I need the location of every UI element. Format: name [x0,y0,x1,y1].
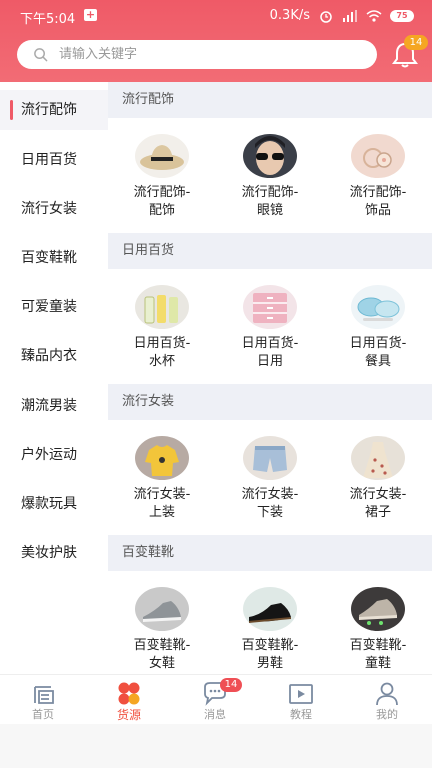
drawers-thumbnail [243,285,297,329]
product-item[interactable]: 百变鞋靴-女鞋 [108,587,216,673]
nav-label: 教程 [290,708,312,721]
jewelry-thumbnail [351,134,405,178]
product-label: 日用百货-餐具 [349,336,407,369]
nav-label: 货源 [116,708,141,722]
product-item[interactable]: 流行配饰-配饰 [108,134,216,220]
product-item[interactable]: 流行女装-下装 [216,436,324,522]
section-header: 日用百货 [108,233,432,269]
status-bar: 下午5:04 + 0.3K/s 75 [0,0,432,32]
tableware-thumbnail [351,285,405,329]
header: 下午5:04 + 0.3K/s 75 14 [0,0,432,82]
shorts-thumbnail [243,436,297,480]
signal-icon [343,9,357,22]
nav-profile[interactable]: 我的 [344,675,430,725]
source-icon [118,682,140,705]
alarm-icon [320,10,332,23]
profile-icon [376,682,398,706]
product-label: 流行女装-裙子 [349,487,407,520]
message-badge: 14 [220,678,242,692]
search-icon [34,48,48,62]
product-label: 流行配饰-饰品 [349,185,407,218]
product-item[interactable]: 日用百货-日用 [216,285,324,371]
notification-badge: 14 [404,35,428,50]
bottom-nav: 首页 货源 14 消息 教程 我的 [0,674,432,724]
dress-thumbnail [351,436,405,480]
nav-source[interactable]: 货源 [86,675,172,725]
product-item[interactable]: 日用百货-水杯 [108,285,216,371]
product-label: 百变鞋靴-童鞋 [349,638,407,671]
product-item[interactable]: 日用百货-餐具 [324,285,432,371]
sidebar-item-shoes[interactable]: 百变鞋靴 [0,238,108,278]
product-item[interactable]: 流行配饰-饰品 [324,134,432,220]
nav-label: 消息 [204,708,226,721]
video-icon [289,684,313,704]
notification-plus-icon: + [84,8,97,21]
section-header: 百变鞋靴 [108,535,432,571]
top-thumbnail [135,436,189,480]
section-header: 流行女装 [108,384,432,420]
product-label: 流行女装-上装 [133,487,191,520]
product-item[interactable]: 百变鞋靴-童鞋 [324,587,432,673]
category-sidebar: 流行配饰 日用百货 流行女装 百变鞋靴 可爱童装 臻品内衣 潮流男装 户外运动 … [0,82,108,674]
cups-thumbnail [135,285,189,329]
sidebar-item-accessories[interactable]: 流行配饰 [0,90,108,130]
system-gesture-area [0,724,432,768]
kids-shoes-thumbnail [351,587,405,631]
product-content: 流行配饰 流行配饰-配饰 流行配饰-眼镜 流行配饰-饰品 日用百货 日用百货-水… [108,82,432,674]
status-right: 0.3K/s 75 [270,8,414,23]
nav-home[interactable]: 首页 [0,675,86,725]
product-label: 流行女装-下装 [241,487,299,520]
sidebar-item-toys[interactable]: 爆款玩具 [0,484,108,524]
nav-messages[interactable]: 14 消息 [172,675,258,725]
section-header: 流行配饰 [108,82,432,118]
product-label: 百变鞋靴-女鞋 [133,638,191,671]
glasses-thumbnail [243,134,297,178]
nav-tutorial[interactable]: 教程 [258,675,344,725]
product-label: 流行配饰-配饰 [133,185,191,218]
home-icon [34,686,54,704]
wifi-icon [366,9,382,22]
search-bar[interactable] [17,40,377,69]
product-label: 日用百货-水杯 [133,336,191,369]
battery-icon: 75 [390,9,414,22]
product-label: 日用百货-日用 [241,336,299,369]
mens-shoes-thumbnail [243,587,297,631]
womens-shoes-thumbnail [135,587,189,631]
product-item[interactable]: 流行女装-上装 [108,436,216,522]
product-item[interactable]: 流行配饰-眼镜 [216,134,324,220]
sidebar-item-beauty[interactable]: 美妆护肤 [0,533,108,573]
product-item[interactable]: 流行女装-裙子 [324,436,432,522]
network-speed: 0.3K/s [269,8,310,23]
sidebar-item-outdoor[interactable]: 户外运动 [0,435,108,475]
search-input[interactable] [59,40,359,69]
status-time: 下午5:04 [20,12,76,27]
sidebar-item-underwear[interactable]: 臻品内衣 [0,336,108,376]
product-label: 百变鞋靴-男鞋 [241,638,299,671]
sidebar-item-daily-goods[interactable]: 日用百货 [0,140,108,180]
nav-label: 首页 [32,708,54,721]
sidebar-item-mens-wear[interactable]: 潮流男装 [0,386,108,426]
sidebar-item-womens-wear[interactable]: 流行女装 [0,189,108,229]
product-label: 流行配饰-眼镜 [241,185,299,218]
hat-thumbnail [135,134,189,178]
sidebar-item-kids-wear[interactable]: 可爱童装 [0,287,108,327]
nav-label: 我的 [376,708,398,721]
product-item[interactable]: 百变鞋靴-男鞋 [216,587,324,673]
